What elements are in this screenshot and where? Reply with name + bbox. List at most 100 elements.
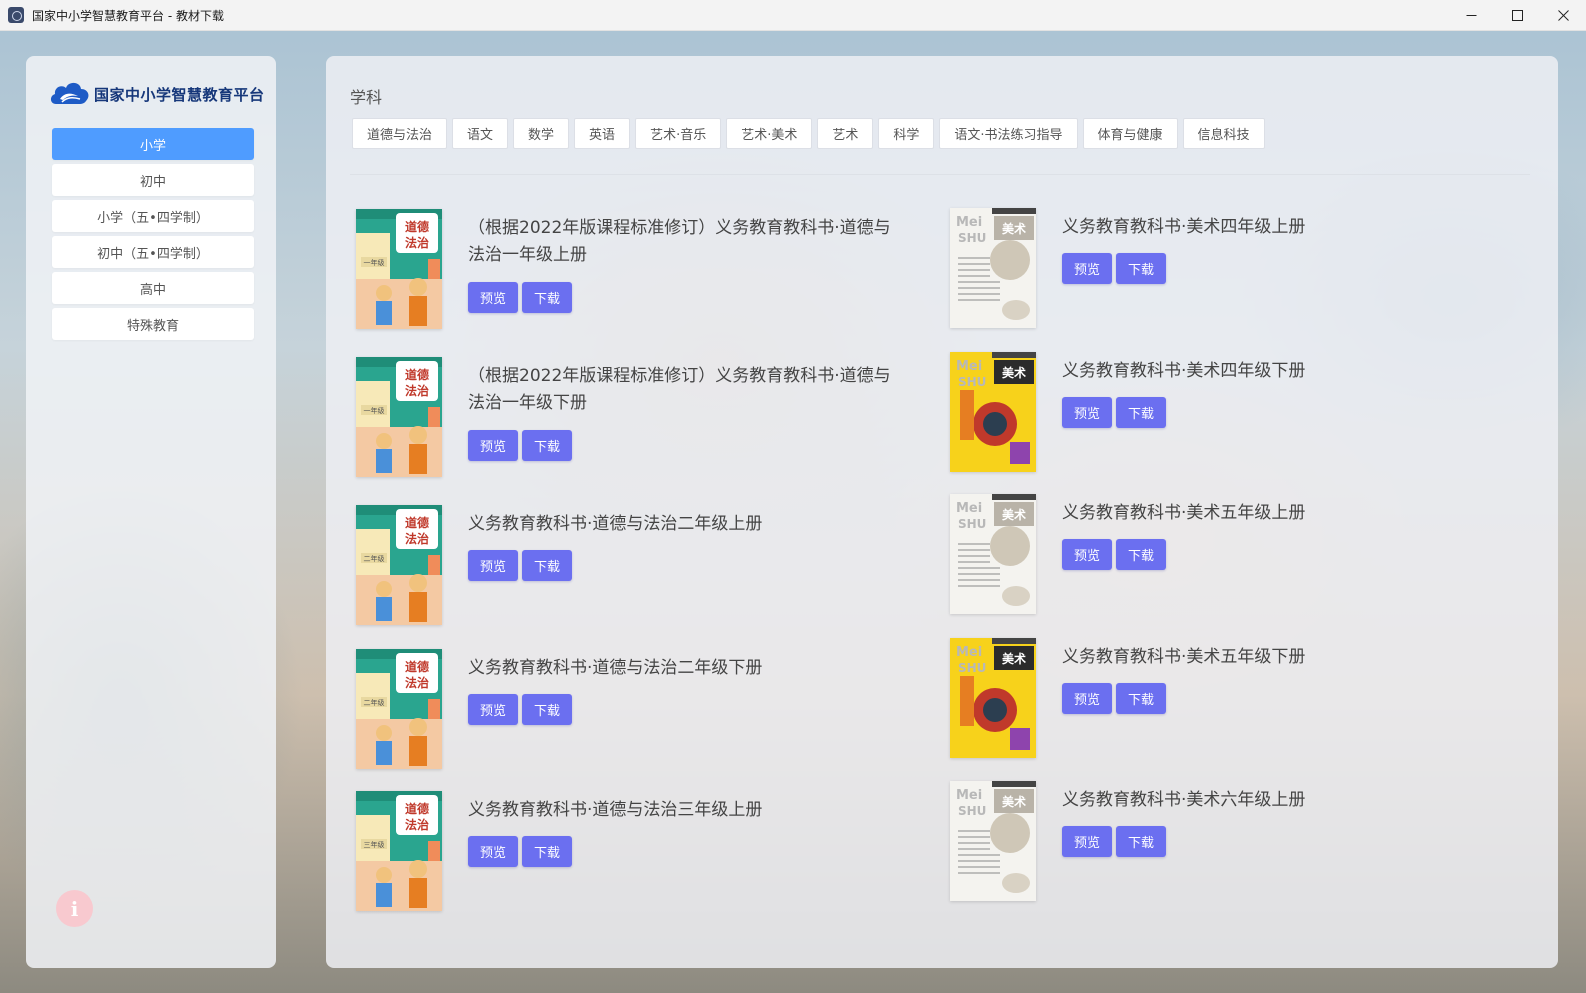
app-icon <box>8 7 24 23</box>
nav-item-senior[interactable]: 高中 <box>52 272 254 304</box>
close-button[interactable] <box>1540 0 1586 31</box>
book-cover[interactable]: 道德 法治 二年级 <box>356 505 442 625</box>
book-card: Mei SHU 美术 义务教育教科书·美术四年级上册预览 下载 <box>950 208 1510 328</box>
book-actions: 预览 下载 <box>1062 683 1170 714</box>
nav-item-special[interactable]: 特殊教育 <box>52 308 254 340</box>
close-icon <box>1557 10 1569 21</box>
subject-tag[interactable]: 科学 <box>878 118 935 149</box>
book-title: （根据2022年版课程标准修订）义务教育教科书·道德与法治一年级下册 <box>468 366 891 413</box>
download-button[interactable]: 下载 <box>522 550 573 581</box>
download-button[interactable]: 下载 <box>522 282 573 313</box>
preview-button[interactable]: 预览 <box>468 430 519 461</box>
morality-cover-image: 道德 法治 二年级 <box>356 649 442 769</box>
svg-text:美术: 美术 <box>1002 651 1026 666</box>
subject-tag[interactable]: 语文·书法练习指导 <box>939 118 1078 149</box>
maximize-button[interactable] <box>1494 0 1540 31</box>
book-title: 义务教育教科书·美术四年级上册 <box>1062 217 1306 237</box>
book-card: 道德 法治 二年级 义务教育教科书·道德与法治二年级上册 预览 下载 <box>356 505 916 625</box>
book-cover[interactable]: 道德 法治 一年级 <box>356 209 442 329</box>
book-cover[interactable]: Mei SHU 美术 <box>950 638 1036 758</box>
maximize-icon <box>1511 10 1523 21</box>
book-card: Mei SHU 美术 义务教育教科书·美术四年级下册 预览 下载 <box>950 352 1510 472</box>
svg-text:道德: 道德 <box>405 219 429 234</box>
download-button[interactable]: 下载 <box>1116 253 1167 284</box>
subject-filter: 道德与法治 语文 数学 英语 艺术·音乐 艺术·美术 艺术 科学 语文·书法练习… <box>352 118 1270 149</box>
svg-text:法治: 法治 <box>405 817 429 832</box>
book-card: Mei SHU 美术 义务教育教科书·美术五年级上册 预览 下载 <box>950 494 1510 614</box>
book-actions: 预览 下载 <box>1062 253 1170 284</box>
preview-button[interactable]: 预览 <box>1062 397 1113 428</box>
main-panel: 学科 道德与法治 语文 数学 英语 艺术·音乐 艺术·美术 艺术 科学 语文·书… <box>326 56 1558 968</box>
subject-tag[interactable]: 艺术·音乐 <box>635 118 722 149</box>
svg-text:Mei: Mei <box>956 788 982 803</box>
svg-text:道德: 道德 <box>405 515 429 530</box>
book-actions: 预览 下载 <box>1062 397 1170 428</box>
book-actions: 预览 下载 <box>468 282 576 313</box>
download-button[interactable]: 下载 <box>522 430 573 461</box>
book-cover[interactable]: Mei SHU 美术 <box>950 781 1036 901</box>
book-cover[interactable]: 道德 法治 三年级 <box>356 791 442 911</box>
preview-button[interactable]: 预览 <box>1062 826 1113 857</box>
window-title: 国家中小学智慧教育平台 - 教材下载 <box>32 8 224 23</box>
art-cover-image: Mei SHU 美术 <box>950 781 1036 901</box>
minimize-icon <box>1466 15 1476 16</box>
subject-tag[interactable]: 语文 <box>452 118 509 149</box>
preview-button[interactable]: 预览 <box>468 836 519 867</box>
subject-tag[interactable]: 体育与健康 <box>1082 118 1178 149</box>
download-button[interactable]: 下载 <box>1116 397 1167 428</box>
art-cover-image: Mei SHU 美术 <box>950 638 1036 758</box>
svg-text:道德: 道德 <box>405 367 429 382</box>
download-button[interactable]: 下载 <box>1116 539 1167 570</box>
preview-button[interactable]: 预览 <box>468 282 519 313</box>
preview-button[interactable]: 预览 <box>1062 253 1113 284</box>
download-button[interactable]: 下载 <box>522 694 573 725</box>
preview-button[interactable]: 预览 <box>1062 539 1113 570</box>
morality-cover-image: 道德 法治 二年级 <box>356 505 442 625</box>
book-cover[interactable]: 道德 法治 一年级 <box>356 357 442 477</box>
nav-item-junior-54[interactable]: 初中（五•四学制） <box>52 236 254 268</box>
book-card: 道德 法治 三年级 义务教育教科书·道德与法治三年级上册预览 下载 <box>356 791 916 911</box>
minimize-button[interactable] <box>1448 0 1494 31</box>
subject-tag[interactable]: 数学 <box>513 118 570 149</box>
morality-cover-image: 道德 法治 三年级 <box>356 791 442 911</box>
book-cover[interactable]: 道德 法治 二年级 <box>356 649 442 769</box>
book-cover[interactable]: Mei SHU 美术 <box>950 494 1036 614</box>
book-actions: 预览 下载 <box>1062 826 1170 857</box>
nav-item-primary[interactable]: 小学 <box>52 128 254 160</box>
subject-tag[interactable]: 道德与法治 <box>352 118 448 149</box>
book-cover[interactable]: Mei SHU 美术 <box>950 208 1036 328</box>
book-actions: 预览 下载 <box>468 694 576 725</box>
book-title: 义务教育教科书·道德与法治二年级下册 <box>468 658 763 678</box>
sidebar: 国家中小学智慧教育平台 小学 初中 小学（五•四学制） 初中（五•四学制） 高中… <box>26 56 276 968</box>
download-button[interactable]: 下载 <box>1116 826 1167 857</box>
svg-text:三年级: 三年级 <box>364 840 385 849</box>
download-button[interactable]: 下载 <box>1116 683 1167 714</box>
logo-text: 国家中小学智慧教育平台 <box>94 85 265 104</box>
info-icon: i <box>70 896 79 921</box>
subject-tag[interactable]: 英语 <box>574 118 631 149</box>
preview-button[interactable]: 预览 <box>1062 683 1113 714</box>
book-cover[interactable]: Mei SHU 美术 <box>950 352 1036 472</box>
book-card: Mei SHU 美术 义务教育教科书·美术五年级下册 预览 下载 <box>950 638 1510 758</box>
preview-button[interactable]: 预览 <box>468 550 519 581</box>
svg-text:一年级: 一年级 <box>364 406 385 415</box>
svg-text:道德: 道德 <box>405 801 429 816</box>
svg-text:法治: 法治 <box>405 531 429 546</box>
morality-cover-image: 道德 法治 一年级 <box>356 209 442 329</box>
nav-item-junior[interactable]: 初中 <box>52 164 254 196</box>
info-button[interactable]: i <box>56 890 93 927</box>
subject-tag[interactable]: 信息科技 <box>1182 118 1265 149</box>
nav-item-primary-54[interactable]: 小学（五•四学制） <box>52 200 254 232</box>
subject-tag[interactable]: 艺术·美术 <box>726 118 813 149</box>
window-controls <box>1448 0 1586 31</box>
art-cover-image: Mei SHU 美术 <box>950 352 1036 472</box>
cloud-logo-icon <box>50 82 89 104</box>
book-actions: 预览 下载 <box>468 430 576 461</box>
preview-button[interactable]: 预览 <box>468 694 519 725</box>
svg-text:二年级: 二年级 <box>364 698 385 707</box>
book-title: 义务教育教科书·道德与法治三年级上册 <box>468 800 763 820</box>
download-button[interactable]: 下载 <box>522 836 573 867</box>
divider <box>350 174 1530 175</box>
svg-text:美术: 美术 <box>1002 794 1026 809</box>
subject-tag[interactable]: 艺术 <box>817 118 874 149</box>
